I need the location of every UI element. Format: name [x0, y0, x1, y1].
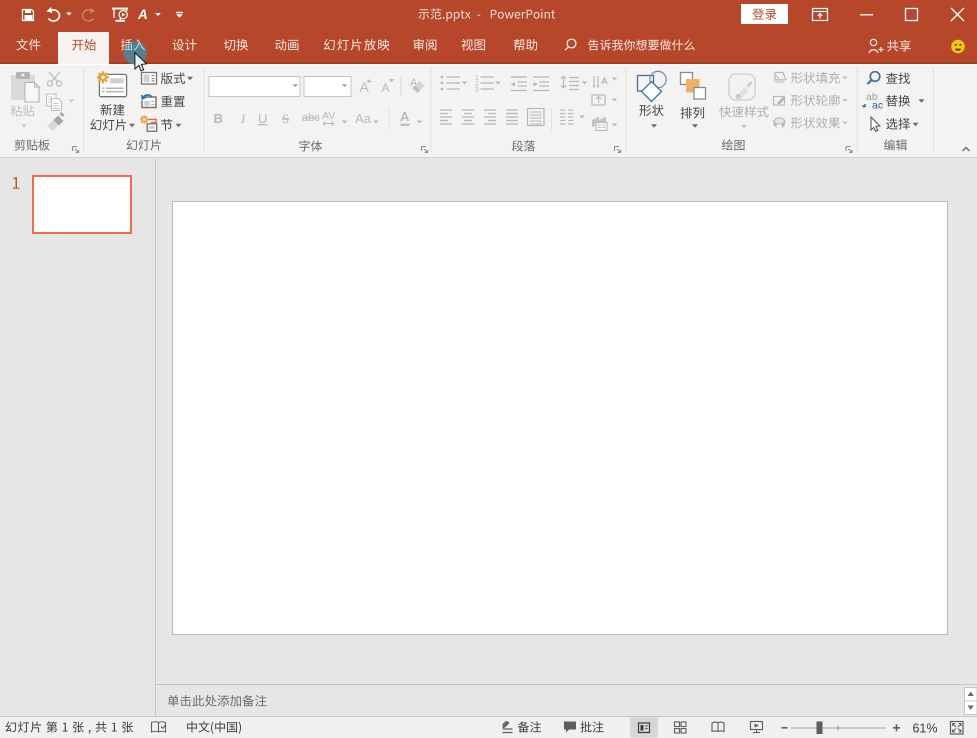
- svg-text:A: A: [601, 76, 608, 87]
- svg-text:ac: ac: [872, 100, 883, 112]
- svg-text:abc: abc: [302, 112, 320, 124]
- svg-text:A: A: [137, 7, 148, 22]
- svg-text:S: S: [282, 111, 289, 126]
- svg-text:61%: 61%: [912, 722, 937, 736]
- svg-text:A: A: [400, 109, 410, 124]
- svg-text:I: I: [240, 111, 246, 126]
- svg-text:Aa: Aa: [355, 111, 372, 126]
- svg-text:B: B: [214, 111, 223, 126]
- svg-text:3: 3: [475, 87, 479, 94]
- svg-text:AV: AV: [322, 110, 335, 122]
- svg-text:U: U: [258, 111, 267, 126]
- svg-text:A: A: [382, 81, 390, 95]
